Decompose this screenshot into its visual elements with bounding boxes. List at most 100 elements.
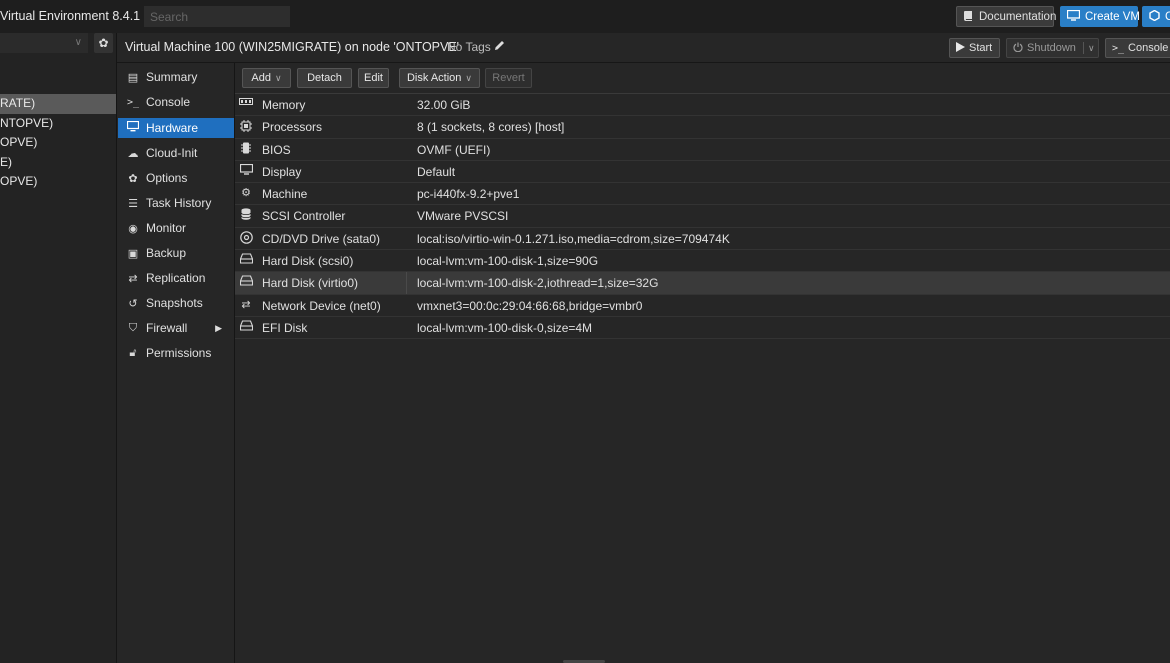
hardware-grid: Memory 32.00 GiB Processors 8 (1 sockets…	[235, 94, 1170, 340]
tree-item[interactable]: NTOPVE)	[0, 114, 116, 134]
table-row[interactable]: Memory 32.00 GiB	[235, 94, 1170, 117]
table-row[interactable]: EFI Disk local-lvm:vm-100-disk-0,size=4M	[235, 316, 1170, 340]
nav-item-task-history[interactable]: ☰ Task History	[118, 193, 234, 213]
detach-label: Detach	[307, 72, 342, 84]
nav-label: Replication	[146, 271, 206, 285]
tree-item[interactable]: E)	[0, 153, 116, 173]
table-row[interactable]: ⇄ Network Device (net0) vmxnet3=00:0c:29…	[235, 294, 1170, 317]
tree-settings-button[interactable]: ✿	[94, 33, 113, 53]
terminal-icon: >_	[126, 96, 140, 108]
chevron-down-icon: ∨	[465, 72, 472, 83]
nav-label: Backup	[146, 246, 187, 260]
row-value: local-lvm:vm-100-disk-0,size=4M	[417, 320, 593, 335]
nav-label: Permissions	[146, 346, 212, 360]
view-selector[interactable]: ∨	[0, 33, 88, 53]
row-value: local:iso/virtio-win-0.1.271.iso,media=c…	[417, 231, 730, 246]
start-label: Start	[969, 42, 993, 54]
row-value: vmxnet3=00:0c:29:04:66:68,bridge=vmbr0	[417, 298, 643, 313]
console-label: Console	[1128, 42, 1169, 54]
shutdown-label: Shutdown	[1027, 42, 1076, 54]
top-bar: Virtual Environment 8.4.1 Documentation …	[0, 0, 1170, 34]
nav-label: Task History	[146, 196, 212, 210]
tree-item[interactable]: RATE)	[0, 94, 116, 114]
cube-icon	[1149, 9, 1160, 24]
resource-tree: ∨ ✿ RATE) NTOPVE) OPVE) E) OPVE)	[0, 33, 117, 663]
table-row[interactable]: Display Default	[235, 160, 1170, 184]
nav-item-firewall[interactable]: ⛉ Firewall ▶	[118, 318, 234, 338]
nav-item-hardware[interactable]: Hardware	[118, 118, 234, 138]
row-key: CD/DVD Drive (sata0)	[262, 231, 381, 246]
nav-label: Cloud-Init	[146, 146, 198, 160]
create-ct-label: C	[1165, 10, 1170, 23]
search-input[interactable]	[144, 6, 290, 27]
app-title: Virtual Environment 8.4.1	[0, 9, 141, 23]
row-key: Display	[262, 164, 302, 179]
table-row[interactable]: ⚙ Machine pc-i440fx-9.2+pve1	[235, 183, 1170, 206]
chevron-down-icon: ∨	[74, 37, 82, 48]
create-vm-label: Create VM	[1085, 10, 1140, 23]
nav-item-summary[interactable]: ▤ Summary	[118, 67, 234, 87]
chevron-down-icon[interactable]: ∨	[1088, 43, 1095, 54]
table-row[interactable]: Hard Disk (virtio0) local-lvm:vm-100-dis…	[235, 272, 1170, 295]
start-button[interactable]: Start	[949, 38, 1000, 58]
nav-item-monitor[interactable]: ◉ Monitor	[118, 218, 234, 238]
tree-item[interactable]: OPVE)	[0, 133, 116, 153]
shutdown-button[interactable]: Shutdown ∨	[1006, 38, 1099, 58]
row-key: Hard Disk (virtio0)	[262, 276, 359, 291]
cloud-icon: ☁	[127, 147, 139, 160]
hdd-icon	[239, 275, 253, 289]
play-icon	[956, 41, 965, 55]
disk-action-button[interactable]: Disk Action ∨	[399, 68, 480, 88]
nav-item-snapshots[interactable]: ↺ Snapshots	[118, 293, 234, 313]
tags-editor[interactable]: No Tags	[447, 40, 505, 54]
nav-item-options[interactable]: ✿ Options	[118, 168, 234, 188]
desktop-icon	[239, 163, 253, 178]
cdrom-icon	[239, 230, 253, 245]
nav-label: Summary	[146, 70, 198, 84]
pencil-icon[interactable]	[494, 40, 505, 54]
edit-button[interactable]: Edit	[358, 68, 389, 88]
tree-item[interactable]: OPVE)	[0, 172, 116, 192]
documentation-button[interactable]: Documentation	[956, 6, 1057, 27]
nav-item-backup[interactable]: ▣ Backup	[118, 243, 234, 263]
revert-label: Revert	[492, 72, 525, 84]
row-value: 32.00 GiB	[417, 98, 471, 112]
row-key: BIOS	[262, 142, 291, 157]
gear-icon: ✿	[98, 36, 109, 50]
list-icon: ☰	[128, 197, 138, 210]
expand-arrow-icon[interactable]: ▶	[215, 323, 222, 334]
nav-item-cloud-init[interactable]: ☁ Cloud-Init	[118, 143, 234, 163]
row-key: Processors	[262, 120, 323, 135]
row-value: 8 (1 sockets, 8 cores) [host]	[417, 120, 565, 135]
table-row[interactable]: SCSI Controller VMware PVSCSI	[235, 205, 1170, 228]
table-row[interactable]: CD/DVD Drive (sata0) local:iso/virtio-wi…	[235, 227, 1170, 251]
nav-label: Monitor	[146, 221, 187, 235]
create-vm-button[interactable]: Create VM	[1060, 6, 1140, 27]
database-icon	[239, 208, 253, 222]
desktop-icon	[1066, 9, 1081, 24]
add-button[interactable]: Add ∨	[242, 68, 291, 88]
nav-item-replication[interactable]: ⇄ Replication	[118, 268, 234, 288]
row-key: Network Device (net0)	[262, 298, 381, 313]
microchip-icon	[239, 142, 253, 156]
table-row[interactable]: Hard Disk (scsi0) local-lvm:vm-100-disk-…	[235, 250, 1170, 273]
nav-label: Snapshots	[146, 296, 203, 310]
row-value: Default	[417, 164, 456, 179]
memory-icon	[239, 97, 253, 111]
row-key: Hard Disk (scsi0)	[262, 254, 354, 269]
nav-item-permissions[interactable]: 🔓︎ Permissions	[118, 343, 234, 363]
documentation-label: Documentation	[979, 10, 1057, 23]
cpu-icon	[239, 119, 253, 133]
nav-label: Hardware	[146, 121, 199, 135]
create-ct-button[interactable]: C	[1142, 6, 1170, 27]
disk-action-label: Disk Action	[406, 72, 462, 84]
row-value: local-lvm:vm-100-disk-1,size=90G	[417, 254, 599, 269]
edit-label: Edit	[364, 72, 383, 84]
console-button[interactable]: >_ Console	[1105, 38, 1170, 58]
row-key: EFI Disk	[262, 320, 308, 335]
nav-item-console[interactable]: >_ Console	[118, 92, 234, 112]
table-row[interactable]: Processors 8 (1 sockets, 8 cores) [host]	[235, 116, 1170, 139]
table-row[interactable]: BIOS OVMF (UEFI)	[235, 138, 1170, 161]
detach-button[interactable]: Detach	[297, 68, 352, 88]
revert-button[interactable]: Revert	[485, 68, 532, 88]
